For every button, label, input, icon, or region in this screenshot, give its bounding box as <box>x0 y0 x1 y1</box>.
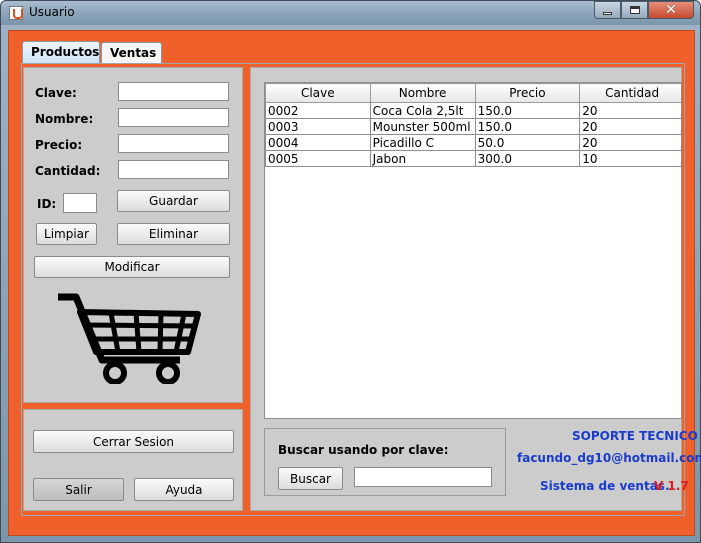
eliminar-button[interactable]: Eliminar <box>117 223 230 245</box>
support-email: facundo_dg10@hotmail.com <box>517 451 701 465</box>
table-cell: Picadillo C <box>369 134 476 151</box>
salir-button[interactable]: Salir <box>33 478 124 501</box>
table-cell: 0004 <box>265 134 371 151</box>
table-cell: 150.0 <box>474 118 581 135</box>
table-cell: 0003 <box>265 118 371 135</box>
buscar-button[interactable]: Buscar <box>278 467 343 490</box>
table-cell: 20 <box>579 118 681 135</box>
clave-input[interactable] <box>118 82 229 101</box>
tab-ventas[interactable]: Ventas <box>101 42 162 63</box>
ayuda-button[interactable]: Ayuda <box>134 478 234 501</box>
guardar-button[interactable]: Guardar <box>117 190 230 212</box>
table-cell: 0002 <box>265 102 371 119</box>
id-label: ID: <box>37 197 57 211</box>
precio-label: Precio: <box>35 138 83 152</box>
nombre-label: Nombre: <box>35 112 94 126</box>
system-name: Sistema de ventas. <box>540 479 670 493</box>
column-header-clave[interactable]: Clave <box>265 83 371 103</box>
limpiar-button[interactable]: Limpiar <box>36 223 97 245</box>
cantidad-input[interactable] <box>118 160 229 179</box>
maximize-icon <box>629 6 640 14</box>
products-table[interactable]: Clave Nombre Precio Cantidad 0002 Coca C… <box>264 82 682 419</box>
title-bar[interactable]: Usuario ✕ <box>1 1 700 25</box>
clave-label: Clave: <box>35 86 77 100</box>
table-cell: 20 <box>579 134 681 151</box>
column-header-nombre[interactable]: Nombre <box>369 83 476 103</box>
shopping-cart-icon <box>58 293 201 384</box>
table-cell: 150.0 <box>474 102 581 119</box>
table-cell: Mounster 500ml <box>369 118 476 135</box>
nombre-input[interactable] <box>118 108 229 127</box>
search-input[interactable] <box>354 467 492 487</box>
column-header-precio[interactable]: Precio <box>474 83 581 103</box>
precio-input[interactable] <box>118 134 229 153</box>
table-cell: 0005 <box>265 150 371 167</box>
table-row[interactable]: 0003 Mounster 500ml 150.0 20 <box>265 118 681 135</box>
window-title: Usuario <box>29 5 75 19</box>
maximize-button[interactable] <box>621 1 648 19</box>
close-button[interactable]: ✕ <box>648 1 694 19</box>
tab-productos[interactable]: Productos <box>22 41 100 63</box>
java-icon <box>9 6 23 20</box>
version-label: V 1.7 <box>654 479 689 493</box>
table-cell: Jabon <box>369 150 476 167</box>
table-row[interactable]: 0002 Coca Cola 2,5lt 150.0 20 <box>265 102 681 119</box>
table-cell: Coca Cola 2,5lt <box>369 102 476 119</box>
table-cell: 50.0 <box>474 134 581 151</box>
table-cell: 300.0 <box>474 150 581 167</box>
table-cell: 20 <box>579 102 681 119</box>
cerrar-sesion-button[interactable]: Cerrar Sesion <box>33 430 234 453</box>
close-icon: ✕ <box>665 2 677 18</box>
column-header-cantidad[interactable]: Cantidad <box>579 83 681 103</box>
id-input[interactable] <box>63 193 97 213</box>
support-title: SOPORTE TECNICO <box>572 429 698 443</box>
modificar-button[interactable]: Modificar <box>34 256 230 278</box>
cantidad-label: Cantidad: <box>35 164 101 178</box>
table-cell: 10 <box>579 150 681 167</box>
table-row[interactable]: 0004 Picadillo C 50.0 20 <box>265 134 681 151</box>
window-controls: ✕ <box>594 1 694 20</box>
search-label: Buscar usando por clave: <box>278 443 449 457</box>
minimize-button[interactable] <box>594 1 621 19</box>
table-row[interactable]: 0005 Jabon 300.0 10 <box>265 150 681 167</box>
minimize-icon <box>603 11 612 15</box>
